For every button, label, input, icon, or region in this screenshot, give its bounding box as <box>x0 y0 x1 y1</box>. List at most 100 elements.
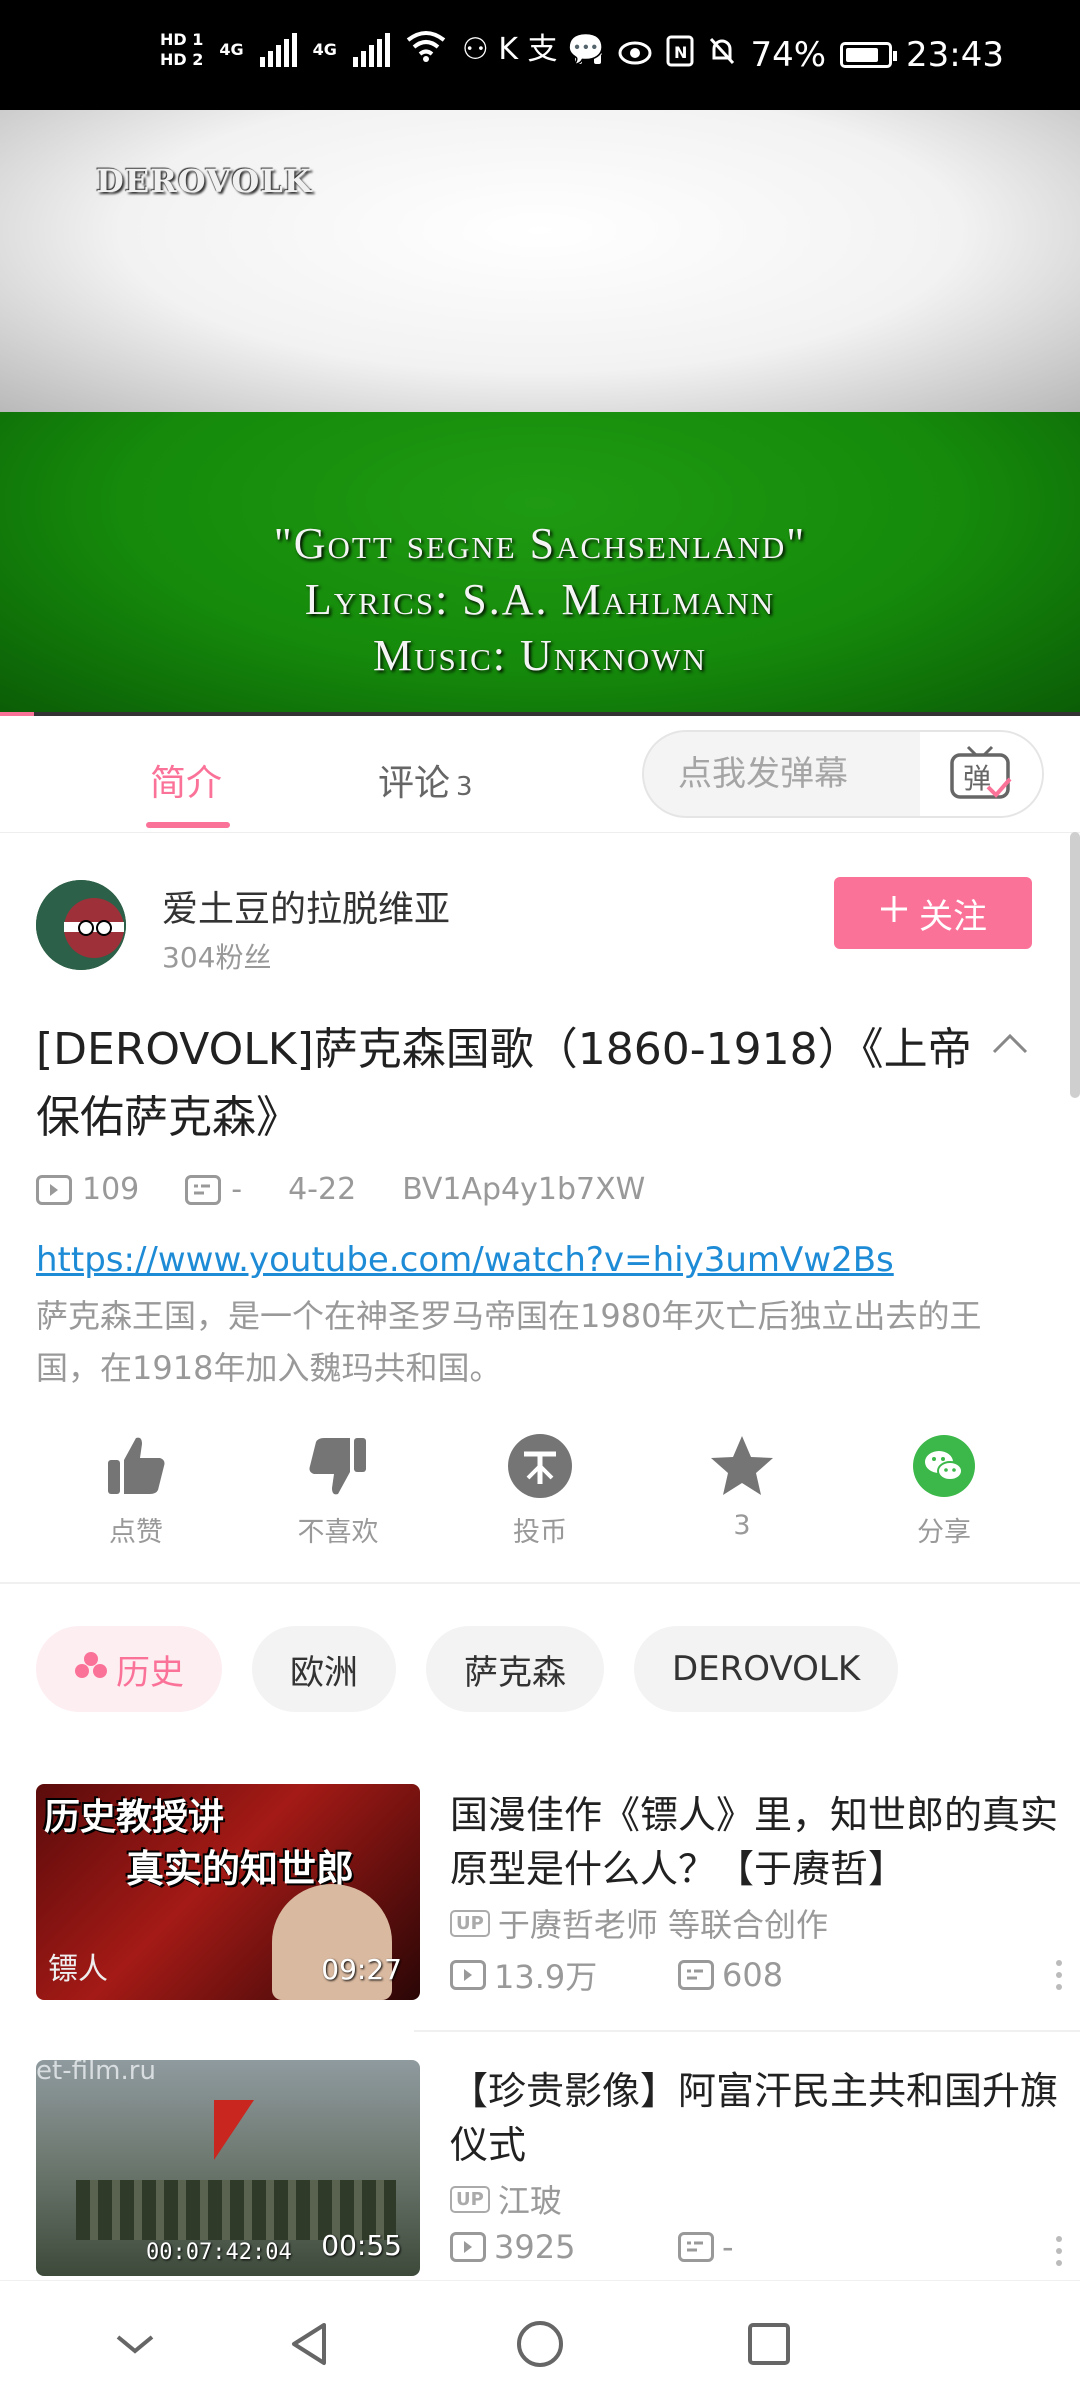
video-watermark: DEROVOLK <box>96 162 313 200</box>
wifi-icon <box>406 30 446 70</box>
collapse-chevron-up-icon[interactable] <box>990 1024 1030 1064</box>
danmaku-count-value: - <box>722 2228 734 2266</box>
battery-percent: 74% <box>750 35 827 75</box>
video-description: 萨克森王国，是一个在神圣罗马帝国在1980年灭亡后独立出去的王国，在1918年加… <box>36 1297 982 1387</box>
up-badge-icon: UP <box>450 2185 490 2213</box>
tag-label: 历史 <box>116 1652 184 1693</box>
network-type-2: 4G <box>312 40 337 59</box>
video-player[interactable]: DEROVOLK "Gott segne Sachsenland" Lyrics… <box>0 110 1080 716</box>
bvid: BV1Ap4y1b7XW <box>402 1172 646 1207</box>
play-count-icon <box>450 2232 486 2262</box>
nfc-icon: N <box>666 35 694 76</box>
nav-back-icon[interactable] <box>284 2319 334 2369</box>
uploader-label: 江玻 <box>497 2182 562 2220</box>
danmaku-count: - <box>185 1172 242 1207</box>
favorite-button[interactable]: 3 <box>662 1430 822 1541</box>
signal-icon-1 <box>259 33 297 67</box>
video-caption-line3: Music: Unknown <box>373 631 707 680</box>
tab-comments-count: 3 <box>456 772 473 802</box>
thumb-red-flag <box>214 2100 254 2160</box>
nav-home-icon[interactable] <box>515 2319 565 2369</box>
like-button[interactable]: 点赞 <box>56 1430 216 1549</box>
thumb-watermark: et-film.ru <box>36 2060 156 2086</box>
follow-button[interactable]: 关注 <box>834 877 1032 949</box>
status-bar: HD 1 HD 2 4G 4G ⚇ K 支 💬 N 74% 23:43 <box>0 0 1080 110</box>
uploader-label: 于赓哲老师 等联合创作 <box>497 1906 828 1944</box>
video-caption-line2: Lyrics: S.A. Mahlmann <box>304 575 776 624</box>
related-video-card[interactable]: 历史教授讲 真实的知世郎 镖人 09:27 国漫佳作《镖人》里，知世郎的真实原型… <box>36 1784 1080 2000</box>
related-video-uploader: UP 江玻 <box>450 2176 562 2222</box>
action-bar: 点赞 不喜欢 投币 3 分享 <box>0 1430 1080 1554</box>
danmaku-toggle-button[interactable]: 弹 <box>920 732 1042 816</box>
thumb-timecode: 00:07:42:04 <box>146 2240 292 2265</box>
hd2-indicator: HD 2 <box>160 50 204 69</box>
hd-indicators: HD 1 HD 2 <box>160 30 203 70</box>
wechat-icon <box>864 1430 1024 1502</box>
danmaku-count-value: 608 <box>722 1956 784 1994</box>
dislike-button[interactable]: 不喜欢 <box>258 1430 418 1549</box>
dislike-label: 不喜欢 <box>297 1517 379 1548</box>
view-count-value: 109 <box>82 1172 140 1207</box>
danmaku-input[interactable] <box>644 732 924 816</box>
uploader-fans: 304粉丝 <box>162 941 272 974</box>
scrollbar[interactable] <box>1070 832 1080 1098</box>
uploader-name[interactable]: 爱土豆的拉脱维亚 <box>162 880 450 932</box>
danmaku-count-value: - <box>231 1172 243 1207</box>
tag-label: 欧洲 <box>290 1652 358 1693</box>
nav-hide-chevron-down-icon[interactable] <box>110 2319 160 2369</box>
view-count: 3925 <box>450 2228 678 2266</box>
thumb-corner-logo: 镖人 <box>48 1952 108 1987</box>
avatar[interactable] <box>36 880 126 970</box>
tag-label: DEROVOLK <box>672 1649 861 1689</box>
status-bar-right: N 74% 23:43 <box>572 35 1004 76</box>
video-caption-line1: "Gott segne Sachsenland" <box>273 519 807 568</box>
status-bar-left: HD 1 HD 2 4G 4G ⚇ K 支 💬 <box>160 30 604 70</box>
mute-bell-icon <box>708 35 736 75</box>
tag-saxony[interactable]: 萨克森 <box>426 1626 604 1712</box>
related-video-title: 【珍贵影像】阿富汗民主共和国升旗仪式 <box>450 2069 1059 2167</box>
thumb-text-line1: 历史教授讲 <box>44 1796 225 1838</box>
tag-list: 历史 欧洲 萨克森 DEROVOLK <box>36 1626 899 1712</box>
related-video-card[interactable]: et-film.ru 00:07:42:04 00:55 【珍贵影像】阿富汗民主… <box>36 2060 1080 2276</box>
like-label: 点赞 <box>109 1517 163 1548</box>
share-label: 分享 <box>917 1517 971 1548</box>
tab-intro-underline <box>146 822 230 828</box>
clock: 23:43 <box>906 35 1004 75</box>
more-options-icon[interactable] <box>1056 2236 1064 2272</box>
share-button[interactable]: 分享 <box>864 1430 1024 1549</box>
tag-history[interactable]: 历史 <box>36 1626 222 1712</box>
nav-recents-icon[interactable] <box>744 2319 794 2369</box>
play-count-icon <box>36 1174 72 1205</box>
danmaku-count-icon <box>678 2232 714 2262</box>
more-options-icon[interactable] <box>1056 1960 1064 1996</box>
tag-derovolk[interactable]: DEROVOLK <box>634 1626 899 1712</box>
signal-icon-2 <box>352 33 390 67</box>
coin-icon <box>460 1430 620 1502</box>
related-video-uploader: UP 于赓哲老师 等联合创作 <box>450 1900 828 1946</box>
view-count-value: 3925 <box>494 2228 576 2266</box>
related-video-stats: 3925 - <box>450 2228 906 2266</box>
tag-label: 萨克森 <box>464 1652 566 1693</box>
people-icon <box>74 1649 108 1689</box>
related-video-title: 国漫佳作《镖人》里，知世郎的真实原型是什么人？【于赓哲】 <box>450 1793 1059 1891</box>
thumbs-down-icon <box>258 1430 418 1502</box>
favorite-count: 3 <box>733 1510 751 1541</box>
video-thumbnail: et-film.ru 00:07:42:04 00:55 <box>36 2060 420 2276</box>
svg-text:N: N <box>674 43 687 62</box>
view-count: 13.9万 <box>450 1952 678 1998</box>
play-count-icon <box>450 1960 486 1990</box>
battery-icon <box>840 42 898 68</box>
danmaku-count-icon <box>185 1174 222 1205</box>
video-duration: 00:55 <box>321 2229 402 2262</box>
coin-label: 投币 <box>513 1517 567 1548</box>
tag-europe[interactable]: 欧洲 <box>252 1626 396 1712</box>
danmaku-tv-icon: 弹 <box>950 745 1012 799</box>
view-count-value: 13.9万 <box>494 1958 598 1996</box>
view-count: 109 <box>36 1172 139 1207</box>
tab-comments[interactable]: 评论 3 <box>378 754 473 806</box>
thumbs-up-icon <box>56 1430 216 1502</box>
coin-button[interactable]: 投币 <box>460 1430 620 1549</box>
source-link[interactable]: https://www.youtube.com/watch?v=hiy3umVw… <box>36 1240 894 1280</box>
tab-intro[interactable]: 简介 <box>150 754 222 806</box>
danmaku-count-icon <box>678 1960 714 1990</box>
